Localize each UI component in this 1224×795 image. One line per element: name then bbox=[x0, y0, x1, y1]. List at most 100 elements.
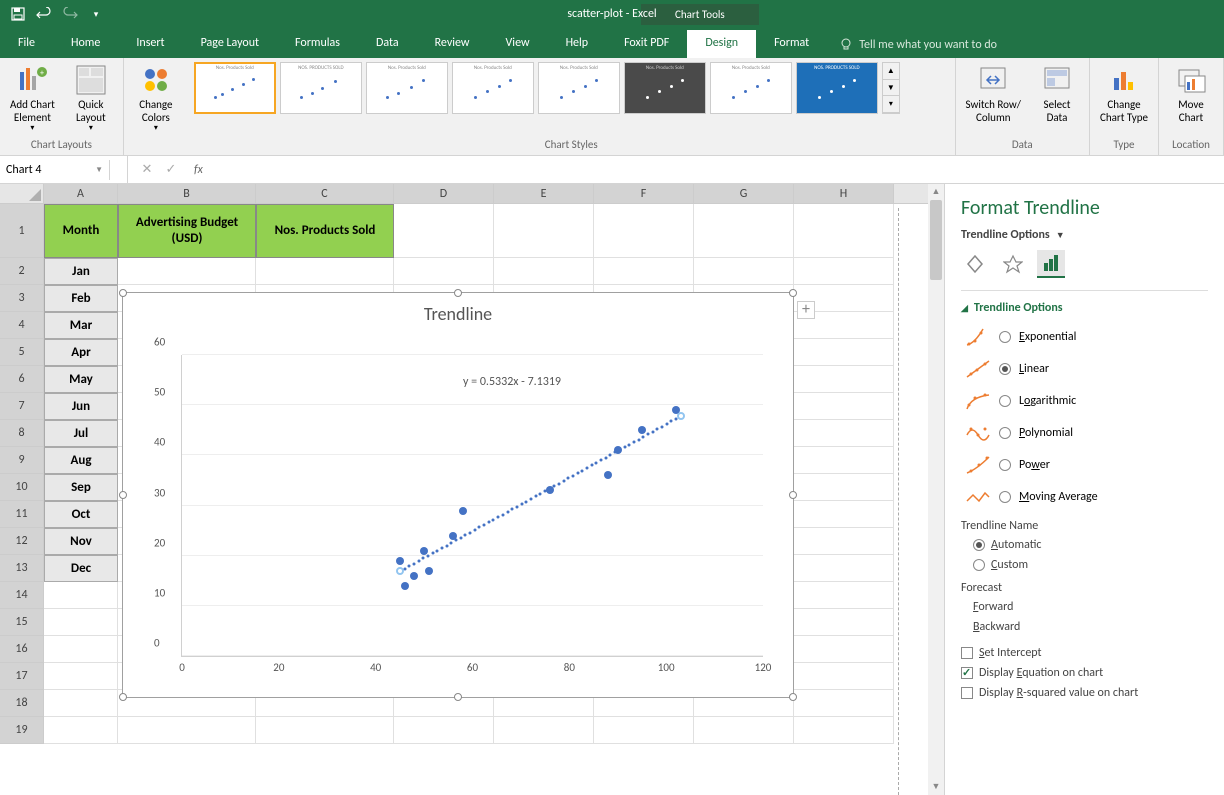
trendline[interactable] bbox=[464, 534, 467, 537]
trendline[interactable] bbox=[567, 477, 570, 480]
cell-H12[interactable] bbox=[794, 528, 894, 555]
change-colors-button[interactable]: Change Colors ▾ bbox=[130, 62, 182, 136]
cell-H10[interactable] bbox=[794, 474, 894, 501]
tab-design[interactable]: Design bbox=[687, 30, 756, 58]
cell-F1[interactable] bbox=[594, 204, 694, 258]
cell-H9[interactable] bbox=[794, 447, 894, 474]
col-header-A[interactable]: A bbox=[44, 184, 118, 203]
cell-H18[interactable] bbox=[794, 690, 894, 717]
cell-H11[interactable] bbox=[794, 501, 894, 528]
row-header-6[interactable]: 6 bbox=[0, 366, 44, 393]
trendline[interactable] bbox=[572, 474, 575, 477]
trendline[interactable] bbox=[581, 469, 584, 472]
trendline[interactable] bbox=[576, 472, 579, 475]
cell-H16[interactable] bbox=[794, 636, 894, 663]
tab-data[interactable]: Data bbox=[358, 30, 417, 58]
cell-A15[interactable] bbox=[44, 609, 118, 636]
trendline[interactable] bbox=[660, 425, 663, 428]
chart-object[interactable]: + Trendline y = 0.5332x - 7.1319 0102030… bbox=[122, 292, 794, 698]
row-header-9[interactable]: 9 bbox=[0, 447, 44, 474]
cell-H13[interactable] bbox=[794, 555, 894, 582]
cell-A8[interactable]: Jul bbox=[44, 420, 118, 447]
save-button[interactable] bbox=[6, 2, 30, 26]
cell-H19[interactable] bbox=[794, 717, 894, 744]
cell-D19[interactable] bbox=[394, 717, 494, 744]
radio-logarithmic[interactable] bbox=[999, 395, 1011, 407]
cell-E1[interactable] bbox=[494, 204, 594, 258]
row-header-16[interactable]: 16 bbox=[0, 636, 44, 663]
chart-title[interactable]: Trendline bbox=[123, 293, 793, 331]
gallery-up-icon[interactable]: ▲ bbox=[883, 63, 899, 80]
switch-row-column-button[interactable]: Switch Row/ Column bbox=[962, 62, 1025, 126]
cell-A10[interactable]: Sep bbox=[44, 474, 118, 501]
trendline[interactable] bbox=[515, 505, 518, 508]
move-chart-button[interactable]: Move Chart bbox=[1165, 62, 1217, 126]
cell-H8[interactable] bbox=[794, 420, 894, 447]
trendline[interactable] bbox=[511, 508, 514, 511]
radio-moving-average[interactable] bbox=[999, 491, 1011, 503]
option-power[interactable]: Power bbox=[961, 449, 1208, 481]
trendline[interactable] bbox=[558, 482, 561, 485]
row-header-18[interactable]: 18 bbox=[0, 690, 44, 717]
trendline[interactable] bbox=[520, 503, 523, 506]
trendline[interactable] bbox=[483, 523, 486, 526]
cell-B1[interactable]: Advertising Budget (USD) bbox=[118, 204, 256, 258]
cell-E2[interactable] bbox=[494, 258, 594, 285]
cell-C2[interactable] bbox=[256, 258, 394, 285]
chart-styles-more[interactable]: ▲▼▾ bbox=[882, 62, 900, 114]
col-header-D[interactable]: D bbox=[394, 184, 494, 203]
tab-format[interactable]: Format bbox=[756, 30, 827, 58]
cell-D2[interactable] bbox=[394, 258, 494, 285]
scroll-down-icon[interactable]: ▼ bbox=[928, 779, 944, 795]
trendline[interactable] bbox=[632, 441, 635, 444]
chart-style-4[interactable]: Nos. Products Sold bbox=[452, 62, 534, 114]
option-forward[interactable]: Forward bbox=[961, 597, 1208, 617]
col-header-C[interactable]: C bbox=[256, 184, 394, 203]
trendline[interactable] bbox=[548, 487, 551, 490]
option-logarithmic[interactable]: Logarithmic bbox=[961, 385, 1208, 417]
row-header-8[interactable]: 8 bbox=[0, 420, 44, 447]
cell-F19[interactable] bbox=[594, 717, 694, 744]
data-point[interactable] bbox=[638, 426, 646, 434]
select-all-corner[interactable] bbox=[0, 184, 44, 203]
trendline[interactable] bbox=[525, 500, 528, 503]
tab-formulas[interactable]: Formulas bbox=[277, 30, 358, 58]
trendline[interactable] bbox=[417, 560, 420, 563]
pane-tab-fill[interactable] bbox=[961, 250, 989, 278]
chart-style-8[interactable]: NOS. PRODUCTS SOLD bbox=[796, 62, 878, 114]
cell-B19[interactable] bbox=[118, 717, 256, 744]
option-linear[interactable]: Linear bbox=[961, 353, 1208, 385]
radio-linear[interactable] bbox=[999, 363, 1011, 375]
cancel-formula-button[interactable]: ✕ bbox=[136, 162, 158, 177]
cell-D1[interactable] bbox=[394, 204, 494, 258]
pane-tab-effects[interactable] bbox=[999, 250, 1027, 278]
option-exponential[interactable]: Exponential bbox=[961, 321, 1208, 353]
trendline[interactable] bbox=[600, 459, 603, 462]
gallery-down-icon[interactable]: ▼ bbox=[883, 80, 899, 97]
row-header-2[interactable]: 2 bbox=[0, 258, 44, 285]
trendline[interactable] bbox=[529, 498, 532, 501]
trendline[interactable] bbox=[642, 435, 645, 438]
row-header-12[interactable]: 12 bbox=[0, 528, 44, 555]
change-chart-type-button[interactable]: Change Chart Type bbox=[1096, 62, 1152, 126]
tell-me-search[interactable]: Tell me what you want to do bbox=[827, 32, 1009, 58]
name-box[interactable]: Chart 4 ▼ bbox=[0, 160, 110, 180]
chart-style-7[interactable]: Nos. Products Sold bbox=[710, 62, 792, 114]
cell-A19[interactable] bbox=[44, 717, 118, 744]
cell-A14[interactable] bbox=[44, 582, 118, 609]
data-point[interactable] bbox=[425, 567, 433, 575]
option-automatic[interactable]: Automatic bbox=[961, 535, 1208, 555]
scroll-up-icon[interactable]: ▲ bbox=[928, 184, 944, 200]
plot-area[interactable]: 0102030405060020406080100120 bbox=[181, 355, 763, 657]
trendline[interactable] bbox=[506, 510, 509, 513]
tab-insert[interactable]: Insert bbox=[118, 30, 182, 58]
data-point[interactable] bbox=[396, 557, 404, 565]
trendline[interactable] bbox=[623, 446, 626, 449]
cell-A11[interactable]: Oct bbox=[44, 501, 118, 528]
vertical-scrollbar[interactable]: ▲ ▼ bbox=[928, 184, 944, 795]
cell-H5[interactable] bbox=[794, 339, 894, 366]
trendline[interactable] bbox=[473, 529, 476, 532]
trendline[interactable] bbox=[586, 466, 589, 469]
tab-foxit-pdf[interactable]: Foxit PDF bbox=[606, 30, 687, 58]
trendline-handle[interactable] bbox=[396, 567, 404, 575]
